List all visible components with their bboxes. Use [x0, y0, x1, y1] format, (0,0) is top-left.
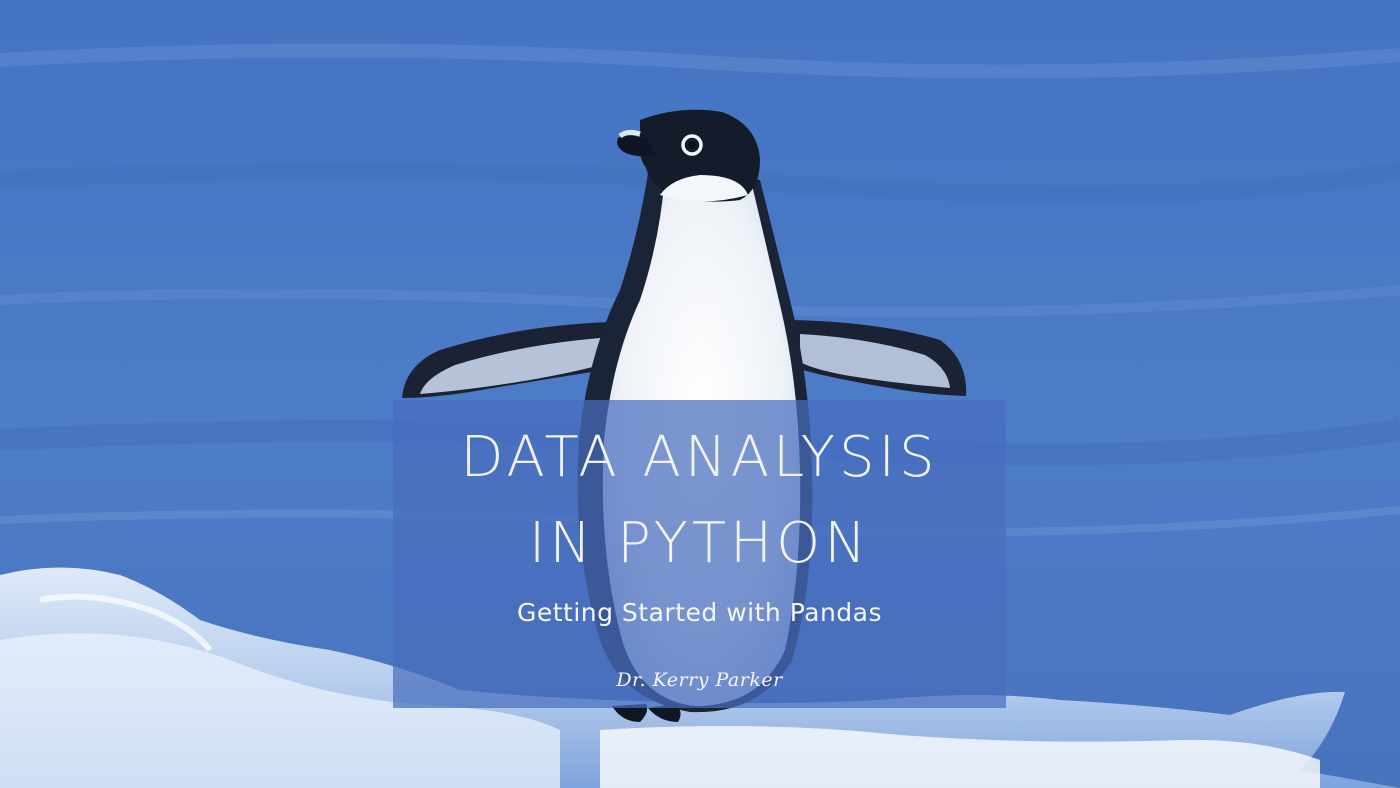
subtitle: Getting Started with Pandas — [516, 598, 883, 627]
author-name: Dr. Kerry Parker — [616, 669, 783, 691]
title-line-2: IN PYTHON — [528, 511, 871, 576]
title-line-1: DATA ANALYSIS — [460, 425, 939, 490]
cover-image: DATA ANALYSIS IN PYTHON Getting Started … — [0, 0, 1400, 788]
title-panel: DATA ANALYSIS IN PYTHON Getting Started … — [393, 400, 1006, 708]
